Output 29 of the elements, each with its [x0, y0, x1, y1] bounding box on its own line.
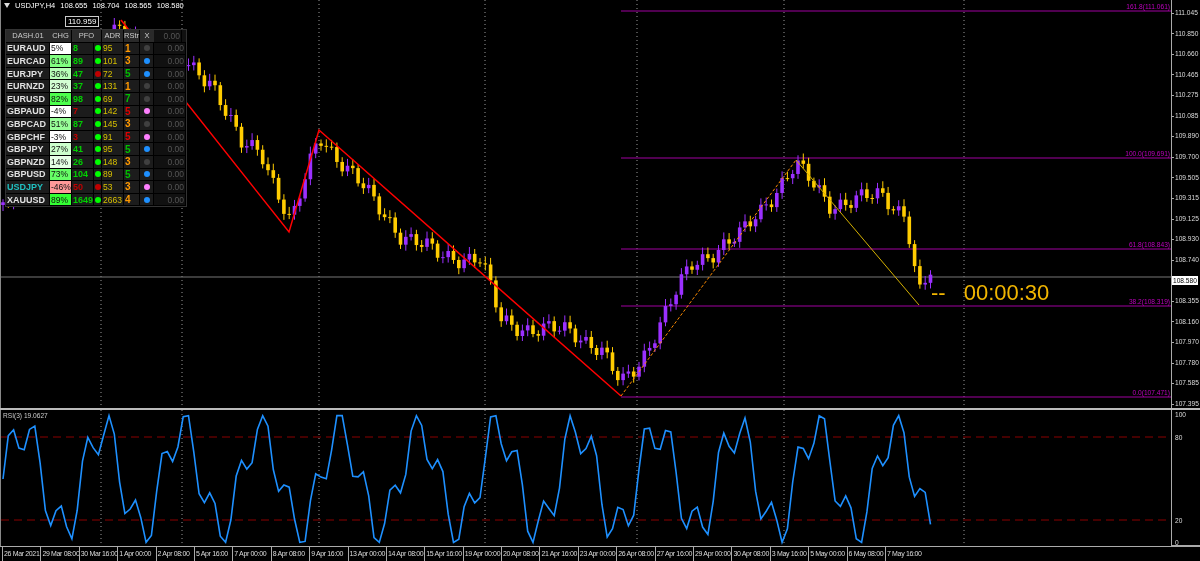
adr-value: 131	[102, 80, 124, 92]
pfo-value: 50	[72, 181, 94, 193]
symbol-label[interactable]: GBPCAD	[6, 118, 50, 130]
adr-value: 95	[102, 143, 124, 155]
strength-value: 3	[124, 181, 140, 193]
adr-value: 53	[102, 181, 124, 193]
countdown-timer: 00:00:30	[963, 280, 1050, 306]
change-percent: 51%	[50, 118, 72, 130]
symbol-label[interactable]: USDJPY	[6, 181, 50, 193]
strength-value: 1	[124, 80, 140, 92]
strength-value: 5	[124, 143, 140, 155]
change-percent: 23%	[50, 80, 72, 92]
change-percent: -46%	[50, 181, 72, 193]
pfo-value: 37	[72, 80, 94, 92]
change-percent: 27%	[50, 143, 72, 155]
countdown-dashes: --	[931, 280, 946, 306]
strength-value: 3	[124, 118, 140, 130]
adr-value: 101	[102, 55, 124, 67]
change-percent: 61%	[50, 55, 72, 67]
price-label: 110.959	[65, 16, 100, 27]
symbol-label[interactable]: GBPJPY	[6, 143, 50, 155]
pfo-value: 87	[72, 118, 94, 130]
dropdown-icon[interactable]	[4, 3, 10, 8]
strength-value: 3	[124, 55, 140, 67]
pfo-value: 41	[72, 143, 94, 155]
adr-value: 145	[102, 118, 124, 130]
pfo-value: 89	[72, 55, 94, 67]
symbol-label[interactable]: EURNZD	[6, 80, 50, 92]
symbol-label[interactable]: EURCAD	[6, 55, 50, 67]
